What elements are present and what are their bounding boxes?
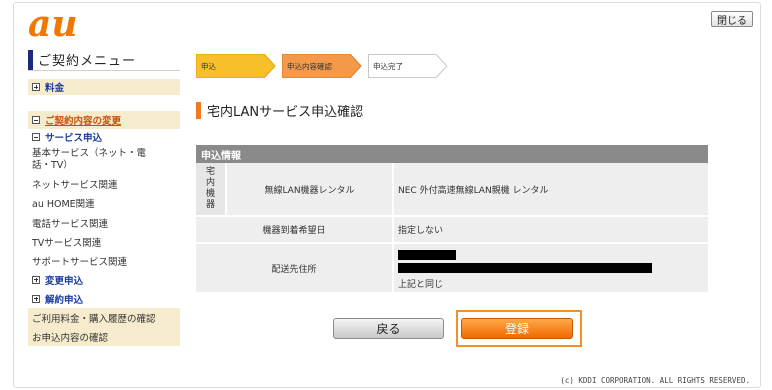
application-info-table: 宅内機器 無線LAN機器レンタル NEC 外付高速無線LAN親機 レンタル 機器… [196,163,708,294]
page-title: 宅内LANサービス申込確認 [196,101,363,120]
expand-plus-icon [32,83,40,91]
row-label: 配送先住所 [196,244,394,294]
page-title-label: 宅内LANサービス申込確認 [207,105,364,120]
sidebar-item-label: 変更申込 [45,275,84,287]
sidebar-item-phone-service[interactable]: 電話サービス関連 [28,213,180,232]
sidebar-item-fee[interactable]: 料金 [28,79,180,95]
group-label: 宅内機器 [205,167,215,210]
expand-plus-icon [32,294,40,303]
group-label-cell: 宅内機器 [196,163,227,217]
au-logo[interactable]: au [28,8,94,40]
sidebar-item-service-apply[interactable]: サービス申込 [28,129,180,145]
sidebar-item-label: サポートサービス関連 [32,256,128,268]
step-confirm: 申込内容確認 [282,54,362,78]
sidebar-title-label: ご契約メニュー [38,54,137,69]
collapse-minus-icon [32,133,40,141]
sidebar-item-au-home[interactable]: au HOME関連 [28,193,180,213]
row-label: 機器到着希望日 [196,217,394,244]
step-apply: 申込 [196,54,276,78]
sidebar-item-label: お申込内容の確認 [32,332,109,344]
sidebar-item-cancel-apply[interactable]: 解約申込 [28,289,180,308]
sidebar-item-basic-service[interactable]: 基本サービス（ネット・電話・TV） [28,145,180,174]
sidebar-item-label: サービス申込 [45,133,103,144]
sidebar-item-label: 解約申込 [45,294,84,306]
sidebar-item-label: TVサービス関連 [32,237,102,249]
address-note: 上記と同じ [398,280,444,290]
copyright: (c) KDDI CORPORATION. ALL RIGHTS RESERVE… [560,376,750,385]
sidebar-item-contract-change[interactable]: ご契約内容の変更 [28,111,180,129]
sidebar-item-billing-history[interactable]: ご利用料金・購入履歴の確認 [28,308,180,327]
sidebar-item-change-apply[interactable]: 変更申込 [28,270,180,289]
redacted-block [398,263,652,273]
sidebar-item-label: 料金 [45,83,65,94]
section-header: 申込情報 [196,145,708,163]
table-row: 機器到着希望日 指定しない [196,217,708,244]
sidebar: ご契約メニュー 料金 ご契約内容の変更 サービス申込 基本サービス（ネット・電話… [28,49,180,346]
sidebar-item-label: ご利用料金・購入履歴の確認 [32,313,156,325]
row-label: 無線LAN機器レンタル [227,163,394,217]
expand-plus-icon [32,275,40,284]
sidebar-item-support-service[interactable]: サポートサービス関連 [28,251,180,270]
sidebar-item-label: ご契約内容の変更 [45,116,122,127]
step-label: 申込完了 [373,61,403,71]
step-label: 申込 [201,61,216,71]
svg-text:au: au [28,8,78,40]
title-bar-accent [28,49,33,70]
au-logo-mark: au [28,8,78,40]
row-value: 上記と同じ [394,244,708,294]
back-button[interactable]: 戻る [333,318,444,339]
sidebar-item-net-service[interactable]: ネットサービス関連 [28,174,180,193]
table-row: 配送先住所 上記と同じ [196,244,708,294]
collapse-minus-icon [32,116,40,124]
sidebar-item-label: au HOME関連 [32,199,95,210]
sidebar-item-tv-service[interactable]: TVサービス関連 [28,232,180,251]
register-button[interactable]: 登録 [461,318,573,339]
sidebar-item-label: 電話サービス関連 [32,218,109,230]
close-button[interactable]: 閉じる [711,11,753,27]
row-value: NEC 外付高速無線LAN親機 レンタル [394,163,708,217]
redacted-block [398,250,456,260]
sidebar-item-application-check[interactable]: お申込内容の確認 [28,327,180,346]
step-label: 申込内容確認 [287,61,332,71]
sidebar-item-label: ネットサービス関連 [32,179,118,191]
table-row: 宅内機器 無線LAN機器レンタル NEC 外付高速無線LAN親機 レンタル [196,163,708,217]
sidebar-title: ご契約メニュー [28,49,180,71]
step-complete: 申込完了 [368,54,448,78]
title-bar-accent [196,102,201,119]
row-value: 指定しない [394,217,708,244]
sidebar-item-label: 基本サービス（ネット・電話・TV） [32,147,147,171]
